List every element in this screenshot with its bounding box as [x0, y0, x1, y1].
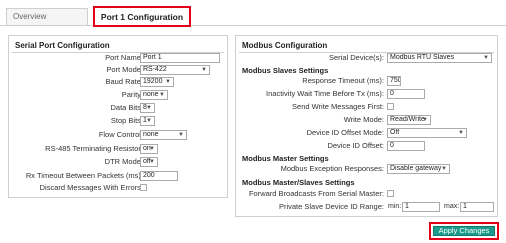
device-id-offset-mode-label: Device ID Offset Mode:: [306, 128, 384, 137]
rs485-terminating-select[interactable]: on ▼: [140, 144, 158, 154]
serial-port-panel: Serial Port Configuration Port Name: Por…: [8, 35, 228, 198]
exception-responses-label: Modbus Exception Responses:: [280, 164, 384, 173]
exception-responses-value: Disable gateway: [390, 165, 442, 172]
tab-port1-configuration[interactable]: Port 1 Configuration: [93, 6, 191, 27]
port-mode-label: Port Mode:: [106, 65, 143, 74]
chevron-down-icon: ▼: [458, 130, 464, 136]
serial-devices-select[interactable]: Modbus RTU Slaves ▼: [387, 53, 492, 63]
device-id-offset-mode-select[interactable]: Off ▼: [387, 128, 467, 138]
data-bits-label: Data Bits:: [110, 103, 143, 112]
modbus-panel-title: Modbus Configuration: [242, 41, 328, 50]
tab-bar: Overview Port 1 Configuration: [0, 0, 506, 27]
baud-rate-label: Baud Rate:: [105, 77, 143, 86]
forward-broadcasts-label: Forward Broadcasts From Serial Master:: [248, 189, 384, 198]
stop-bits-label: Stop Bits:: [110, 116, 143, 125]
chevron-down-icon: ▼: [149, 159, 155, 165]
device-id-offset-input[interactable]: 0: [387, 141, 425, 151]
chevron-down-icon: ▼: [201, 67, 207, 73]
send-write-first-checkbox[interactable]: [387, 103, 394, 110]
discard-messages-checkbox[interactable]: [140, 184, 147, 191]
apply-changes-button[interactable]: Apply Changes: [433, 226, 495, 236]
baud-rate-select[interactable]: 19200 ▼: [140, 77, 174, 87]
chevron-down-icon: ▼: [146, 105, 152, 111]
chevron-down-icon: ▼: [422, 117, 428, 123]
master-settings-heading: Modbus Master Settings: [242, 154, 329, 163]
port-name-label: Port Name:: [105, 53, 143, 62]
max-input[interactable]: 1: [460, 202, 494, 212]
response-timeout-input[interactable]: 750: [387, 76, 401, 86]
parity-value: none: [143, 91, 159, 98]
serial-devices-value: Modbus RTU Slaves: [390, 54, 455, 61]
modbus-panel: Modbus Configuration Serial Device(s): M…: [235, 35, 498, 217]
write-mode-label: Write Mode:: [343, 115, 384, 124]
chevron-down-icon: ▼: [159, 92, 165, 98]
min-input[interactable]: 1: [402, 202, 440, 212]
port-mode-select[interactable]: RS-422 ▼: [140, 65, 210, 75]
rx-timeout-input[interactable]: 200: [140, 171, 178, 181]
rx-timeout-label: Rx Timeout Between Packets (ms):: [25, 171, 143, 180]
max-label: max:: [444, 203, 460, 210]
send-write-first-label: Send Write Messages First:: [292, 102, 384, 111]
dtr-mode-label: DTR Mode:: [104, 157, 143, 166]
serial-panel-title: Serial Port Configuration: [15, 41, 110, 50]
serial-devices-label: Serial Device(s):: [328, 53, 384, 62]
data-bits-select[interactable]: 8 ▼: [140, 103, 155, 113]
chevron-down-icon: ▼: [483, 55, 489, 61]
exception-responses-select[interactable]: Disable gateway ▼: [387, 164, 450, 174]
inactivity-wait-input[interactable]: 0: [387, 89, 425, 99]
forward-broadcasts-checkbox[interactable]: [387, 190, 394, 197]
flow-control-value: none: [143, 131, 159, 138]
flow-control-select[interactable]: none ▼: [140, 130, 187, 140]
discard-messages-label: Discard Messages With Errors:: [39, 183, 143, 192]
chevron-down-icon: ▼: [165, 79, 171, 85]
dtr-mode-select[interactable]: off ▼: [140, 157, 158, 167]
rs485-terminating-label: RS-485 Terminating Resistor:: [45, 144, 143, 153]
inactivity-wait-label: Inactivity Wait Time Before Tx (ms):: [266, 89, 384, 98]
chevron-down-icon: ▼: [146, 118, 152, 124]
port-name-input[interactable]: Port 1: [140, 53, 220, 63]
slaves-settings-heading: Modbus Slaves Settings: [242, 66, 329, 75]
baud-rate-value: 19200: [143, 78, 163, 85]
apply-changes-highlight: Apply Changes: [429, 222, 499, 240]
tab-overview[interactable]: Overview: [6, 8, 88, 25]
master-slaves-settings-heading: Modbus Master/Slaves Settings: [242, 178, 355, 187]
response-timeout-label: Response Timeout (ms):: [302, 76, 384, 85]
private-slave-range-label: Private Slave Device ID Range:: [278, 202, 384, 211]
parity-select[interactable]: none ▼: [140, 90, 168, 100]
chevron-down-icon: ▼: [149, 146, 155, 152]
device-id-offset-label: Device ID Offset:: [327, 141, 384, 150]
device-id-offset-mode-value: Off: [390, 129, 400, 136]
stop-bits-select[interactable]: 1 ▼: [140, 116, 155, 126]
chevron-down-icon: ▼: [178, 132, 184, 138]
chevron-down-icon: ▼: [441, 166, 447, 172]
min-label: min:: [388, 203, 402, 210]
write-mode-value: Read/Write: [390, 116, 425, 123]
flow-control-label: Flow Control:: [98, 130, 143, 139]
port-mode-value: RS-422: [143, 66, 167, 73]
write-mode-select[interactable]: Read/Write ▼: [387, 115, 431, 125]
